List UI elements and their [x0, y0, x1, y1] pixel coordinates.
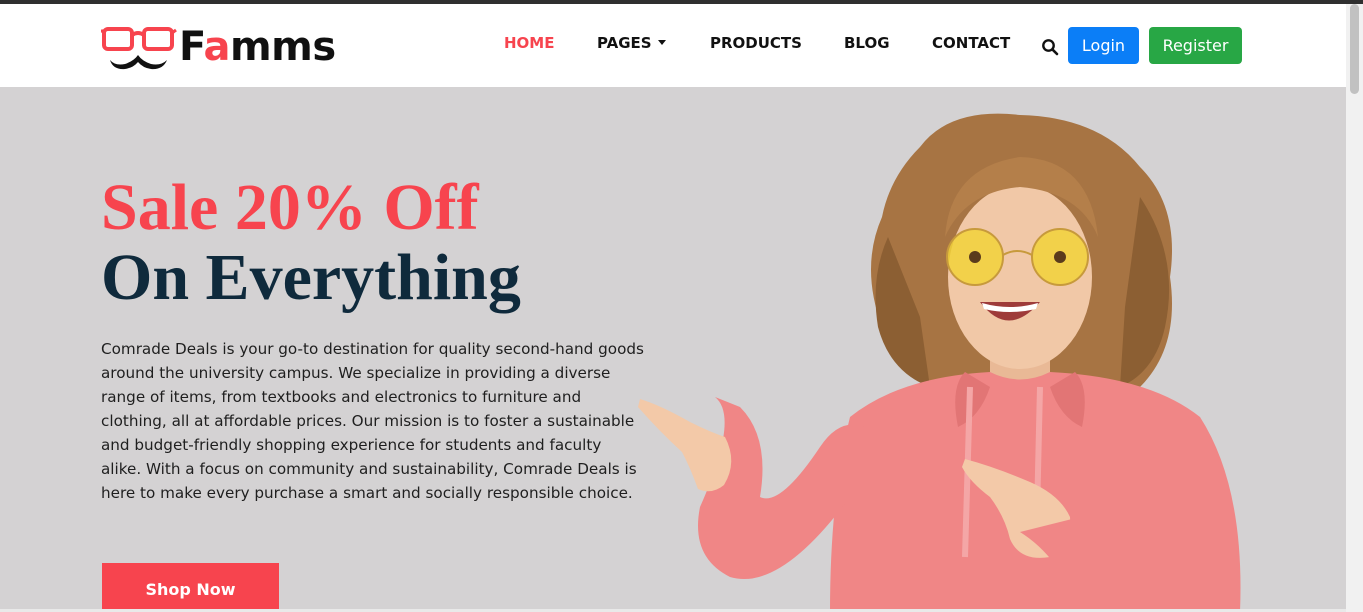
nav-contact[interactable]: CONTACT [932, 34, 1010, 52]
dropdown-caret-icon [657, 40, 666, 45]
hero-banner: Sale 20% Off On Everything Comrade Deals… [0, 87, 1346, 612]
hero-woman-image [638, 113, 1241, 612]
hero-description: Comrade Deals is your go-to destination … [101, 340, 644, 502]
search-icon[interactable] [1041, 38, 1059, 56]
brand-name: Famms [179, 24, 336, 70]
nav-pages[interactable]: PAGES [597, 34, 666, 52]
nav-pages-label: PAGES [597, 34, 652, 52]
shop-now-button[interactable]: Shop Now [102, 563, 279, 612]
hero-title-sale: Sale 20% Off [101, 171, 479, 244]
glasses-mustache-icon [101, 27, 177, 70]
nav-blog[interactable]: BLOG [844, 34, 890, 52]
nav-home[interactable]: HOME [504, 34, 554, 52]
register-button[interactable]: Register [1149, 27, 1242, 64]
site-header: Famms HOME PAGES PRODUCTS BLOG CONTACT L… [0, 4, 1346, 87]
brand-logo[interactable]: Famms [101, 22, 336, 72]
login-button[interactable]: Login [1068, 27, 1139, 64]
hero-title-everything: On Everything [101, 241, 521, 314]
nav-products[interactable]: PRODUCTS [710, 34, 802, 52]
scrollbar-thumb[interactable] [1350, 4, 1359, 94]
vertical-scrollbar[interactable] [1346, 4, 1363, 612]
